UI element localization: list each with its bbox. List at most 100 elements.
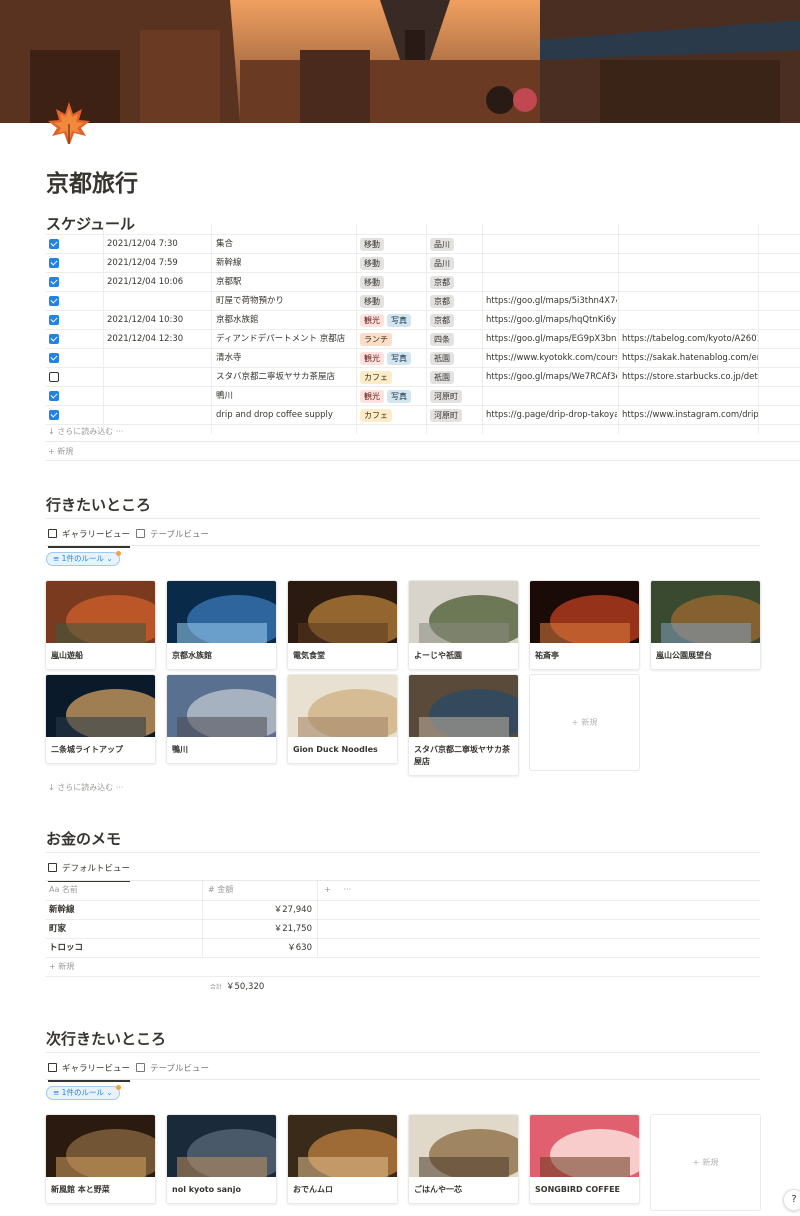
schedule-name[interactable]: スタバ京都二寧坂ヤサカ茶屋店: [216, 368, 356, 387]
schedule-info-link[interactable]: [622, 235, 758, 254]
schedule-row[interactable]: 鴨川 観光 写真 河原町: [46, 386, 800, 405]
schedule-area: 京都: [430, 292, 480, 311]
schedule-map-link[interactable]: [486, 254, 617, 273]
gallery-card[interactable]: Gion Duck Noodles: [287, 674, 398, 764]
schedule-name[interactable]: 町屋で荷物預かり: [216, 292, 356, 311]
schedule-row[interactable]: 2021/12/04 7:30 集合 移動 品川: [46, 234, 800, 253]
gallery-card[interactable]: 嵐山公園展望台: [650, 580, 761, 670]
schedule-name[interactable]: drip and drop coffee supply: [216, 406, 356, 425]
schedule-info-link[interactable]: [622, 387, 758, 406]
schedule-name[interactable]: 鴨川: [216, 387, 356, 406]
col-amount-header[interactable]: # 金額: [208, 881, 233, 899]
add-column-button[interactable]: + ···: [324, 881, 351, 899]
gallery-card[interactable]: 嵐山遊船: [45, 580, 156, 670]
money-row[interactable]: トロッコ ￥630: [46, 938, 760, 957]
schedule-date: [107, 349, 211, 368]
schedule-new-row[interactable]: + 新規: [48, 446, 73, 457]
filter-rule-pill[interactable]: ≡ 1件のルール ⌄: [46, 551, 121, 566]
wishlist-load-more[interactable]: ↓ さらに読み込む ···: [48, 782, 123, 793]
schedule-row[interactable]: スタバ京都二寧坂ヤサカ茶屋店 カフェ 祇園 https://goo.gl/maps/W…: [46, 367, 800, 386]
filter-rule-pill[interactable]: ≡ 1件のルール ⌄: [46, 1085, 121, 1100]
gallery-card[interactable]: SONGBIRD COFFEE: [529, 1114, 640, 1204]
card-title: SONGBIRD COFFEE: [535, 1185, 621, 1194]
schedule-name[interactable]: 京都駅: [216, 273, 356, 292]
tag: 観光: [360, 390, 384, 403]
schedule-info-link[interactable]: https://www.instagram.com/dripandd: [622, 406, 758, 425]
schedule-name[interactable]: 清水寺: [216, 349, 356, 368]
new-card-button[interactable]: + 新規: [650, 1114, 761, 1211]
tab-default-view[interactable]: デフォルトビュー: [48, 860, 131, 882]
card-cover-image: [409, 581, 518, 643]
gallery-icon: [48, 1063, 57, 1072]
schedule-map-link[interactable]: https://goo.gl/maps/EG9pX3bnx8ty: [486, 330, 617, 349]
gallery-card[interactable]: よーじや祇園: [408, 580, 519, 670]
schedule-row[interactable]: drip and drop coffee supply カフェ 河原町 https:/…: [46, 405, 800, 424]
gallery-card[interactable]: 京都水族館: [166, 580, 277, 670]
schedule-map-link[interactable]: https://www.kyotokk.com/course-m: [486, 349, 617, 368]
gallery-card[interactable]: 二条城ライトアップ: [45, 674, 156, 764]
card-cover-image: [530, 581, 639, 643]
schedule-row[interactable]: 清水寺観光写真祇園https://www.kyotokk.com/course-…: [46, 348, 800, 367]
done-checkbox[interactable]: [49, 311, 59, 330]
gallery-card[interactable]: おでんムロ: [287, 1114, 398, 1204]
done-checkbox[interactable]: [49, 406, 59, 425]
schedule-row[interactable]: 2021/12/04 7:59 新幹線 移動 品川: [46, 253, 800, 272]
gallery-card[interactable]: 祐斎亭: [529, 580, 640, 670]
done-checkbox[interactable]: [49, 235, 59, 254]
schedule-info-link[interactable]: https://tabelog.com/kyoto/A2601/A26 075-…: [622, 330, 758, 349]
done-checkbox[interactable]: [49, 292, 59, 311]
tab-table-view[interactable]: テーブルビュー: [136, 1060, 209, 1078]
tag: 観光: [360, 314, 384, 327]
money-item-name: 町家: [49, 924, 67, 934]
done-checkbox[interactable]: [49, 368, 59, 387]
schedule-map-link[interactable]: https://goo.gl/maps/We7RCAf3eTkE: [486, 368, 617, 387]
schedule-name[interactable]: 京都水族館: [216, 311, 356, 330]
schedule-date: [107, 406, 211, 425]
schedule-map-link[interactable]: [486, 235, 617, 254]
schedule-name[interactable]: ディアンドデパートメント 京都店: [216, 330, 356, 349]
maple-leaf-icon[interactable]: [46, 100, 92, 146]
gallery-card[interactable]: ごはんや一芯: [408, 1114, 519, 1204]
schedule-info-link[interactable]: https://store.starbucks.co.jp/detail-1: [622, 368, 758, 387]
done-checkbox[interactable]: [49, 387, 59, 406]
money-row[interactable]: 新幹線 ￥27,940: [46, 900, 760, 919]
card-cover-image: [288, 675, 397, 737]
schedule-load-more[interactable]: ↓ さらに読み込む ···: [48, 426, 123, 437]
done-checkbox[interactable]: [49, 254, 59, 273]
schedule-row[interactable]: 2021/12/04 10:30 京都水族館 観光 写真 京都 https://goo.g…: [46, 310, 800, 329]
help-button[interactable]: ?: [783, 1189, 800, 1211]
gallery-card[interactable]: スタバ京都二寧坂ヤサカ茶屋店: [408, 674, 519, 776]
schedule-name[interactable]: 集合: [216, 235, 356, 254]
schedule-area: 京都: [430, 273, 480, 292]
schedule-map-link[interactable]: https://goo.gl/maps/hqQtnKi6yMyfV: [486, 311, 617, 330]
new-card-button[interactable]: + 新規: [529, 674, 640, 771]
money-row[interactable]: 町家 ￥21,750: [46, 919, 760, 938]
money-new-row[interactable]: + 新規: [49, 958, 74, 976]
schedule-info-link[interactable]: https://sakak.hatenablog.com/entry/2: [622, 349, 758, 368]
done-checkbox[interactable]: [49, 349, 59, 368]
schedule-map-link[interactable]: https://g.page/drip-drop-takoyakus: [486, 406, 617, 425]
schedule-row[interactable]: 2021/12/04 12:30 ディアンドデパートメント 京都店 ランチ 四条 htt…: [46, 329, 800, 348]
schedule-info-link[interactable]: [622, 254, 758, 273]
gallery-card[interactable]: 電気食堂: [287, 580, 398, 670]
schedule-row[interactable]: 2021/12/04 10:06 京都駅 移動 京都: [46, 272, 800, 291]
schedule-info-link[interactable]: [622, 273, 758, 292]
done-checkbox[interactable]: [49, 330, 59, 349]
table-icon: [136, 1063, 145, 1072]
schedule-map-link[interactable]: [486, 387, 617, 406]
done-checkbox[interactable]: [49, 273, 59, 292]
schedule-date: [107, 387, 211, 406]
gallery-card[interactable]: 鴨川: [166, 674, 277, 764]
gallery-card[interactable]: nol kyoto sanjo: [166, 1114, 277, 1204]
schedule-row[interactable]: 町屋で荷物預かり 移動 京都 https://goo.gl/maps/5i3thn4X…: [46, 291, 800, 310]
schedule-tags: 観光 写真: [360, 387, 426, 406]
schedule-map-link[interactable]: https://goo.gl/maps/5i3thn4X745LN: [486, 292, 617, 311]
tab-table-view[interactable]: テーブルビュー: [136, 526, 209, 544]
schedule-info-link[interactable]: [622, 311, 758, 330]
schedule-map-link[interactable]: [486, 273, 617, 292]
schedule-name[interactable]: 新幹線: [216, 254, 356, 273]
schedule-info-link[interactable]: [622, 292, 758, 311]
schedule-date: 2021/12/04 7:59: [107, 258, 178, 268]
gallery-card[interactable]: 新風館 本と野菜: [45, 1114, 156, 1204]
col-name-header[interactable]: Aa 名前: [49, 881, 78, 899]
